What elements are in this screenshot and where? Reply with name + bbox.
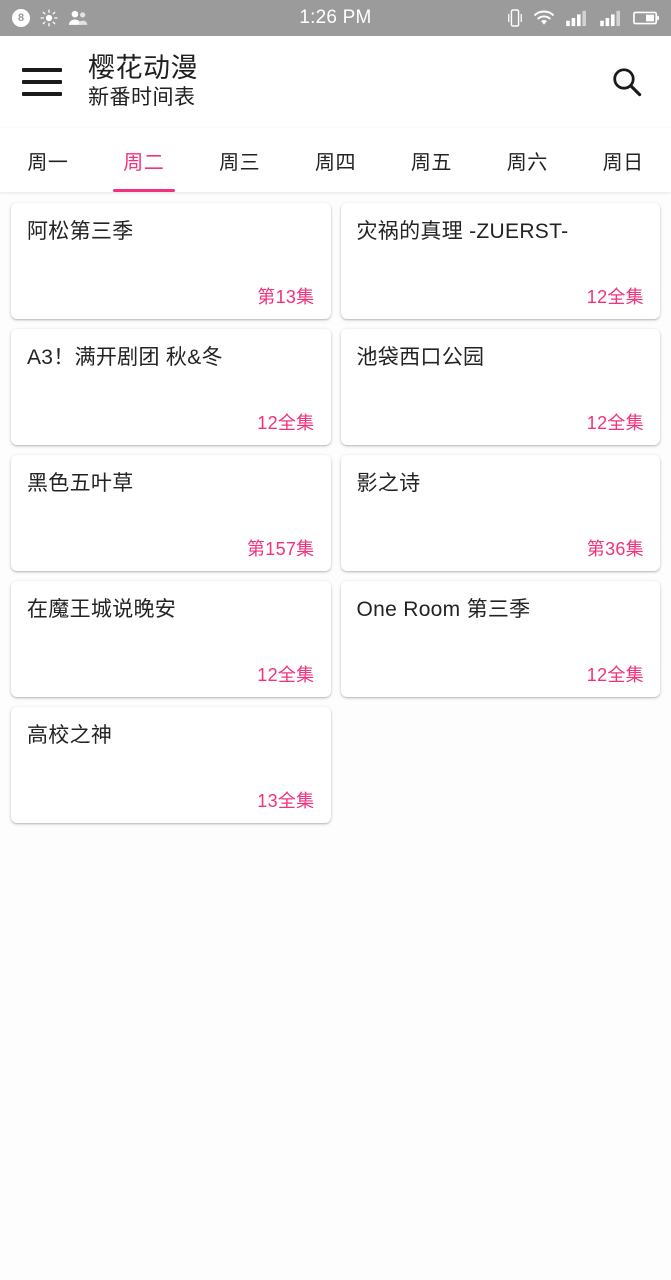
anime-card[interactable]: One Room 第三季 12全集: [340, 581, 660, 697]
hamburger-bar: [22, 80, 62, 84]
anime-card-cell: 池袋西口公园 12全集: [336, 324, 666, 450]
tab-label: 周一: [27, 151, 69, 174]
notification-count-badge: 8: [12, 9, 30, 27]
tab-saturday[interactable]: 周六: [479, 128, 575, 192]
anime-card-cell: 高校之神 13全集: [6, 702, 336, 828]
status-bar-left-icons: 8: [12, 9, 88, 27]
search-icon: [610, 65, 644, 99]
anime-card[interactable]: 灾祸的真理 -ZUERST- 12全集: [340, 203, 660, 319]
anime-card-cell: A3！满开剧团 秋&冬 12全集: [6, 324, 336, 450]
anime-title: 黑色五叶草: [27, 472, 134, 495]
anime-title: 高校之神: [27, 724, 113, 747]
anime-title: A3！满开剧团 秋&冬: [27, 346, 223, 369]
battery-icon: [633, 10, 659, 26]
anime-card[interactable]: A3！满开剧团 秋&冬 12全集: [11, 329, 331, 445]
tab-monday[interactable]: 周一: [0, 128, 96, 192]
anime-episode-badge: 12全集: [257, 665, 315, 685]
anime-card-cell: 灾祸的真理 -ZUERST- 12全集: [336, 198, 666, 324]
anime-title: 影之诗: [356, 472, 421, 495]
anime-episode-badge: 12全集: [586, 287, 644, 307]
contacts-icon: [68, 9, 88, 27]
anime-episode-badge: 12全集: [586, 413, 644, 433]
page-subtitle: 新番时间表: [88, 85, 196, 109]
anime-card[interactable]: 影之诗 第36集: [340, 455, 660, 571]
app-bar: 樱花动漫 新番时间表: [0, 36, 671, 128]
anime-episode-badge: 第13集: [257, 287, 315, 307]
tab-label: 周二: [123, 151, 165, 174]
anime-card-cell: 在魔王城说晚安 12全集: [6, 576, 336, 702]
anime-episode-badge: 第36集: [586, 539, 644, 559]
tab-friday[interactable]: 周五: [383, 128, 479, 192]
anime-card[interactable]: 高校之神 13全集: [11, 707, 331, 823]
hamburger-bar: [22, 68, 62, 72]
hamburger-bar: [22, 92, 62, 96]
schedule-content: 阿松第三季 第13集 灾祸的真理 -ZUERST- 12全集 A3！满开剧团 秋…: [0, 192, 671, 1280]
app-screen: 8 1:26 PM 樱花动漫 新番时间表 周一 周二 周三 周四 周五 周六 周…: [0, 0, 671, 1280]
vibrate-icon: [507, 8, 523, 28]
tab-label: 周四: [315, 151, 356, 174]
anime-card-grid: 阿松第三季 第13集 灾祸的真理 -ZUERST- 12全集 A3！满开剧团 秋…: [0, 198, 671, 828]
signal-sim1-icon: [565, 9, 589, 27]
anime-card-cell: One Room 第三季 12全集: [336, 576, 666, 702]
signal-sim2-icon: [599, 9, 623, 27]
status-bar-right-icons: [507, 8, 659, 28]
anime-title: One Room 第三季: [356, 598, 531, 621]
brightness-icon: [40, 9, 58, 27]
tab-sunday[interactable]: 周日: [575, 128, 671, 192]
app-bar-titles: 樱花动漫 新番时间表: [88, 53, 605, 111]
anime-episode-badge: 第157集: [246, 539, 315, 559]
anime-card[interactable]: 池袋西口公园 12全集: [340, 329, 660, 445]
hamburger-menu-icon[interactable]: [22, 67, 62, 97]
anime-episode-badge: 12全集: [257, 413, 315, 433]
tab-wednesday[interactable]: 周三: [192, 128, 288, 192]
search-button[interactable]: [605, 60, 649, 104]
anime-title: 灾祸的真理 -ZUERST-: [356, 220, 569, 243]
anime-title: 在魔王城说晚安: [27, 598, 177, 621]
anime-title: 阿松第三季: [27, 220, 134, 243]
anime-episode-badge: 12全集: [586, 665, 644, 685]
anime-card-cell: 黑色五叶草 第157集: [6, 450, 336, 576]
anime-title: 池袋西口公园: [356, 346, 485, 369]
anime-card-cell: 阿松第三季 第13集: [6, 198, 336, 324]
page-title: 樱花动漫: [88, 52, 198, 83]
anime-episode-badge: 13全集: [257, 791, 315, 811]
anime-card[interactable]: 黑色五叶草 第157集: [11, 455, 331, 571]
wifi-icon: [533, 9, 555, 27]
tab-label: 周六: [506, 151, 548, 174]
tab-tuesday[interactable]: 周二: [96, 128, 192, 192]
anime-card-cell: 影之诗 第36集: [336, 450, 666, 576]
tab-label: 周日: [602, 151, 644, 174]
tab-label: 周五: [410, 151, 452, 174]
anime-card-cell-empty: [336, 702, 666, 828]
anime-card[interactable]: 在魔王城说晚安 12全集: [11, 581, 331, 697]
weekday-tab-bar: 周一 周二 周三 周四 周五 周六 周日: [0, 128, 671, 192]
tab-label: 周三: [219, 151, 261, 174]
status-bar: 8 1:26 PM: [0, 0, 671, 36]
anime-card[interactable]: 阿松第三季 第13集: [11, 203, 331, 319]
tab-thursday[interactable]: 周四: [288, 128, 384, 192]
tab-active-indicator: [112, 189, 175, 192]
